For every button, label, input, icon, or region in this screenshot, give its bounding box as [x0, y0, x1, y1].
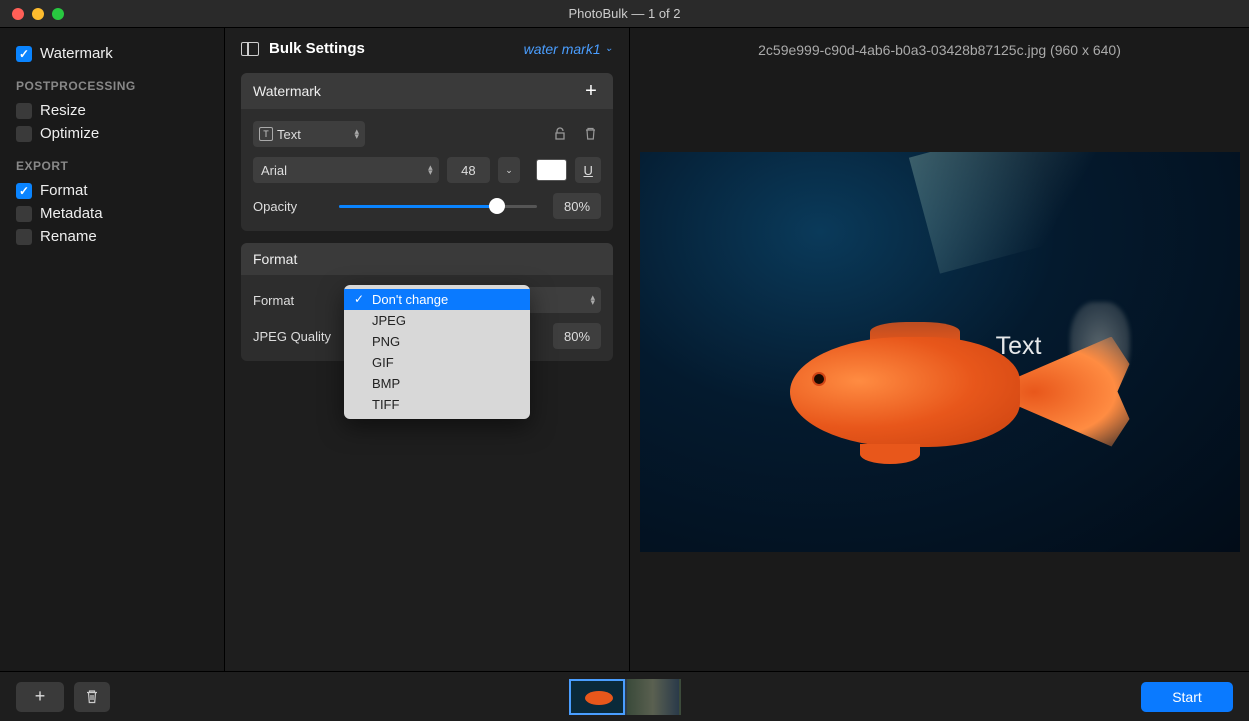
- watermark-preview-text[interactable]: Text: [996, 332, 1042, 361]
- settings-title: Bulk Settings: [269, 40, 365, 57]
- close-icon[interactable]: [12, 8, 24, 20]
- dropdown-option-png[interactable]: PNG: [344, 331, 530, 352]
- font-select[interactable]: Arial ▴▾: [253, 157, 439, 183]
- sidebar-item-resize[interactable]: Resize: [12, 99, 212, 122]
- sidebar-item-label: Format: [40, 182, 88, 199]
- sidebar: Watermark POSTPROCESSING Resize Optimize…: [0, 28, 225, 671]
- panel-title: Watermark: [253, 83, 321, 99]
- thumbnail-1[interactable]: [569, 679, 625, 715]
- dropdown-option-gif[interactable]: GIF: [344, 352, 530, 373]
- start-button[interactable]: Start: [1141, 682, 1233, 712]
- sidebar-section-postprocessing: POSTPROCESSING: [12, 79, 212, 93]
- sidebar-item-watermark[interactable]: Watermark: [12, 42, 212, 65]
- add-icon[interactable]: +: [581, 81, 601, 101]
- plus-icon: +: [35, 686, 46, 707]
- format-panel: Format Format Don't change ▴▾ JPEG Quali…: [241, 243, 613, 361]
- titlebar: PhotoBulk — 1 of 2: [0, 0, 1249, 28]
- watermark-panel: Watermark + T Text ▴▾: [241, 73, 613, 231]
- dropdown-option-tiff[interactable]: TIFF: [344, 394, 530, 415]
- sidebar-item-label: Optimize: [40, 125, 99, 142]
- format-dropdown[interactable]: Don't change JPEG PNG GIF BMP TIFF: [344, 285, 530, 419]
- watermark-type-select[interactable]: T Text ▴▾: [253, 121, 365, 147]
- settings-column: Bulk Settings water mark1 ⌄ Watermark + …: [225, 28, 630, 671]
- sidebar-item-optimize[interactable]: Optimize: [12, 122, 212, 145]
- sidebar-item-label: Rename: [40, 228, 97, 245]
- checkbox-icon[interactable]: [16, 103, 32, 119]
- quality-label: JPEG Quality: [253, 329, 343, 344]
- preset-selector[interactable]: water mark1 ⌄: [524, 41, 613, 57]
- sidebar-section-export: EXPORT: [12, 159, 212, 173]
- thumbnail-2[interactable]: [625, 679, 681, 715]
- window-controls: [0, 8, 64, 20]
- trash-icon[interactable]: [579, 123, 601, 145]
- sidebar-item-rename[interactable]: Rename: [12, 225, 212, 248]
- sidebar-toggle-icon[interactable]: [241, 42, 259, 56]
- dropdown-option-dontchange[interactable]: Don't change: [344, 289, 530, 310]
- chevron-down-icon: ⌄: [605, 43, 613, 54]
- font-size-input[interactable]: 48: [447, 157, 491, 183]
- select-value: Arial: [261, 163, 417, 178]
- lock-icon[interactable]: [549, 123, 571, 145]
- checkbox-icon[interactable]: [16, 229, 32, 245]
- opacity-value[interactable]: 80%: [553, 193, 601, 219]
- chevron-updown-icon: ▴▾: [590, 295, 595, 306]
- panel-header: Watermark +: [241, 73, 613, 109]
- dropdown-option-bmp[interactable]: BMP: [344, 373, 530, 394]
- panel-title: Format: [253, 251, 297, 267]
- panel-header: Format: [241, 243, 613, 275]
- thumbnail-strip: [569, 679, 681, 715]
- font-size-stepper[interactable]: ⌄: [498, 157, 520, 183]
- checkbox-icon[interactable]: [16, 46, 32, 62]
- dropdown-option-jpeg[interactable]: JPEG: [344, 310, 530, 331]
- minimize-icon[interactable]: [32, 8, 44, 20]
- add-button[interactable]: +: [16, 682, 64, 712]
- color-picker[interactable]: [536, 159, 568, 181]
- checkbox-icon[interactable]: [16, 183, 32, 199]
- opacity-label: Opacity: [253, 199, 331, 214]
- delete-button[interactable]: [74, 682, 110, 712]
- chevron-updown-icon: ▴▾: [354, 129, 359, 140]
- trash-icon: [85, 689, 99, 704]
- underline-button[interactable]: U: [575, 157, 601, 183]
- preset-label: water mark1: [524, 41, 601, 57]
- slider-fill: [339, 205, 497, 208]
- font-size-value: 48: [461, 163, 475, 178]
- preview-filename: 2c59e999-c90d-4ab6-b0a3-03428b87125c.jpg…: [630, 28, 1249, 72]
- preview-image: Text: [640, 152, 1240, 552]
- checkbox-icon[interactable]: [16, 206, 32, 222]
- sidebar-item-label: Resize: [40, 102, 86, 119]
- maximize-icon[interactable]: [52, 8, 64, 20]
- select-value: Text: [277, 127, 343, 142]
- opacity-slider[interactable]: [339, 205, 537, 208]
- sidebar-item-label: Watermark: [40, 45, 113, 62]
- sidebar-item-metadata[interactable]: Metadata: [12, 202, 212, 225]
- format-label: Format: [253, 293, 343, 308]
- sidebar-item-label: Metadata: [40, 205, 103, 222]
- settings-header: Bulk Settings water mark1 ⌄: [241, 40, 613, 57]
- slider-thumb[interactable]: [489, 198, 505, 214]
- preview-pane: 2c59e999-c90d-4ab6-b0a3-03428b87125c.jpg…: [630, 28, 1249, 671]
- chevron-down-icon: ⌄: [505, 165, 513, 176]
- checkbox-icon[interactable]: [16, 126, 32, 142]
- text-type-icon: T: [259, 127, 273, 141]
- bottombar: + Start: [0, 671, 1249, 721]
- window-title: PhotoBulk — 1 of 2: [568, 6, 680, 21]
- quality-value[interactable]: 80%: [553, 323, 601, 349]
- chevron-updown-icon: ▴▾: [428, 165, 433, 176]
- sidebar-item-format[interactable]: Format: [12, 179, 212, 202]
